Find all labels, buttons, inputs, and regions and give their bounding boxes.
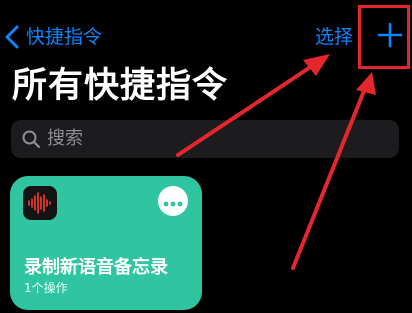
voice-memo-waveform-icon bbox=[23, 186, 57, 220]
ellipsis-icon bbox=[163, 192, 183, 211]
search-placeholder: 搜索 bbox=[47, 128, 83, 149]
search-icon bbox=[21, 129, 41, 149]
plus-icon bbox=[377, 22, 403, 52]
arrow-to-add bbox=[291, 72, 376, 270]
back-label: 快捷指令 bbox=[26, 26, 103, 48]
more-button[interactable] bbox=[158, 186, 188, 216]
select-button[interactable]: 选择 bbox=[315, 22, 353, 52]
page-title: 所有快捷指令 bbox=[12, 66, 229, 106]
search-input[interactable]: 搜索 bbox=[11, 120, 399, 158]
shortcut-title: 录制新语音备忘录 bbox=[24, 257, 168, 278]
shortcut-subtitle: 1个操作 bbox=[24, 281, 68, 295]
chevron-left-icon bbox=[4, 24, 20, 50]
add-button[interactable] bbox=[373, 18, 407, 56]
back-button[interactable]: 快捷指令 bbox=[4, 22, 102, 52]
shortcuts-screen: 快捷指令 选择 所有快捷指令 搜索 录制新语音备忘录 1个操作 bbox=[0, 0, 412, 313]
shortcut-card-voice-memo[interactable]: 录制新语音备忘录 1个操作 bbox=[10, 176, 202, 310]
